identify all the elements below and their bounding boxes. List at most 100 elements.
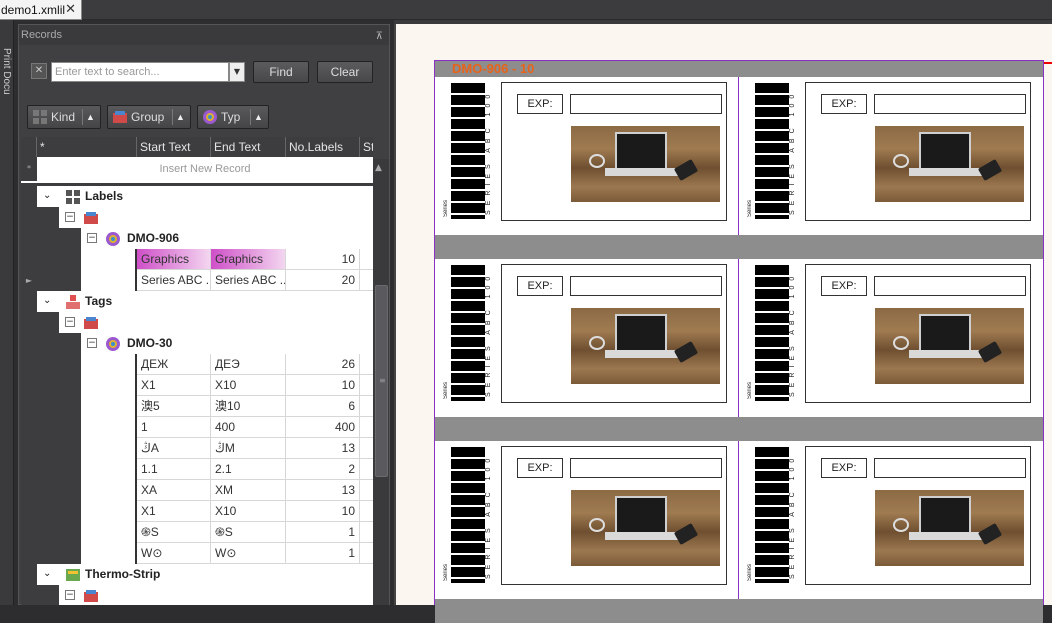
collapse-chevron-icon[interactable]: ⌄	[43, 568, 51, 579]
group-row-thermo-strip[interactable]: ⌄ Thermo-Strip	[21, 564, 373, 585]
end-text-cell[interactable]: Series ABC ...	[211, 270, 286, 291]
start-text-cell[interactable]: 1	[137, 417, 211, 438]
column-header-start-text[interactable]: Start Text	[137, 137, 211, 157]
no-labels-cell[interactable]: 10	[286, 501, 360, 522]
table-row[interactable]: W⊙ W⊙ 1	[21, 543, 373, 564]
no-labels-cell[interactable]: 1	[286, 522, 360, 543]
vertical-scrollbar[interactable]: ▲ ≡	[373, 159, 389, 605]
table-row[interactable]: Graphics Graphics 10	[21, 249, 373, 270]
column-header-marker[interactable]: *	[37, 137, 137, 157]
label-preview[interactable]: Series SERIES ABC 100 EXP:	[435, 77, 737, 235]
end-text-cell[interactable]: 400	[211, 417, 286, 438]
table-row[interactable]: ► Series ABC ... Series ABC ... 20	[21, 270, 373, 291]
no-labels-cell[interactable]: 13	[286, 438, 360, 459]
find-button[interactable]: Find	[253, 61, 309, 83]
end-text-cell[interactable]: XM	[211, 480, 286, 501]
no-labels-cell[interactable]: 26	[286, 354, 360, 375]
table-row[interactable]: XA XM 13	[21, 480, 373, 501]
step-cell[interactable]	[360, 501, 373, 522]
collapse-box-icon[interactable]: −	[87, 233, 97, 243]
sort-up-icon[interactable]: ▲	[82, 109, 98, 125]
start-text-cell[interactable]: Graphics	[137, 249, 211, 270]
step-cell[interactable]	[360, 396, 373, 417]
step-cell[interactable]	[360, 438, 373, 459]
table-row[interactable]: ڭA ڭM 13	[21, 438, 373, 459]
step-cell[interactable]	[360, 375, 373, 396]
label-preview[interactable]: Series SERIES ABC 100 EXP:	[739, 259, 1041, 417]
column-header-step[interactable]: Step	[360, 137, 373, 157]
end-text-cell[interactable]: 澳10	[211, 396, 286, 417]
no-labels-cell[interactable]: 1	[286, 543, 360, 564]
table-row[interactable]: ֍S ֍S 1	[21, 522, 373, 543]
end-text-cell[interactable]: ДЕЭ	[211, 354, 286, 375]
end-text-cell[interactable]: Graphics	[211, 249, 286, 270]
table-row[interactable]: 1.1 2.1 2	[21, 459, 373, 480]
sort-up-icon[interactable]: ▲	[250, 109, 266, 125]
close-icon[interactable]: ✕	[65, 1, 76, 17]
subgroup-row-dmo-906[interactable]: − DMO-906	[21, 228, 373, 249]
start-text-cell[interactable]: XA	[137, 480, 211, 501]
insert-record-row[interactable]: * Insert New Record	[21, 157, 373, 181]
start-text-cell[interactable]: 澳5	[137, 396, 211, 417]
step-cell[interactable]	[360, 417, 373, 438]
no-labels-cell[interactable]: 20	[286, 270, 360, 291]
start-text-cell[interactable]: ДЕЖ	[137, 354, 211, 375]
label-preview[interactable]: Series SERIES ABC 100 EXP:	[739, 441, 1041, 599]
group-kind-button[interactable]: Kind ▲	[27, 105, 101, 129]
collapse-chevron-icon[interactable]: ⌄	[43, 190, 51, 201]
step-cell[interactable]	[360, 543, 373, 564]
collapse-box-icon[interactable]: −	[87, 338, 97, 348]
scroll-up-icon[interactable]: ▲	[375, 163, 382, 173]
start-text-cell[interactable]: W⊙	[137, 543, 211, 564]
scrollbar-thumb[interactable]: ≡	[375, 285, 388, 477]
end-text-cell[interactable]: W⊙	[211, 543, 286, 564]
step-cell[interactable]	[360, 522, 373, 543]
group-typ-button[interactable]: Typ ▲	[197, 105, 269, 129]
start-text-cell[interactable]: ֍S	[137, 522, 211, 543]
subgroup-row[interactable]: −	[21, 312, 373, 333]
group-row-tags[interactable]: ⌄ Tags	[21, 291, 373, 312]
label-preview[interactable]: Series SERIES ABC 100 EXP:	[739, 77, 1041, 235]
chevron-down-icon[interactable]: ▼	[229, 62, 245, 82]
side-dock-label[interactable]: Print Docu	[1, 48, 12, 95]
pin-icon[interactable]: ⊼	[376, 27, 383, 47]
collapse-box-icon[interactable]: −	[65, 317, 75, 327]
table-row[interactable]: X1 X10 10	[21, 501, 373, 522]
document-tab[interactable]: demo1.xmlil ✕	[0, 0, 82, 20]
table-row[interactable]: ДЕЖ ДЕЭ 26	[21, 354, 373, 375]
side-dock-strip[interactable]: Print Docu	[0, 20, 14, 605]
end-text-cell[interactable]: 2.1	[211, 459, 286, 480]
no-labels-cell[interactable]: 400	[286, 417, 360, 438]
column-header-no-labels[interactable]: No.Labels	[286, 137, 360, 157]
end-text-cell[interactable]: X10	[211, 501, 286, 522]
subgroup-row[interactable]: −	[21, 207, 373, 228]
column-header-end-text[interactable]: End Text	[211, 137, 286, 157]
no-labels-cell[interactable]: 10	[286, 249, 360, 270]
collapse-box-icon[interactable]: −	[65, 590, 75, 600]
start-text-cell[interactable]: Series ABC ...	[137, 270, 211, 291]
no-labels-cell[interactable]: 13	[286, 480, 360, 501]
label-preview[interactable]: Series SERIES ABC 100 EXP:	[435, 441, 737, 599]
start-text-cell[interactable]: X1	[137, 501, 211, 522]
step-cell[interactable]	[360, 480, 373, 501]
collapse-chevron-icon[interactable]: ⌄	[43, 295, 51, 306]
subgroup-row-dmo-30[interactable]: − DMO-30	[21, 333, 373, 354]
table-row[interactable]: 澳5 澳10 6	[21, 396, 373, 417]
step-cell[interactable]	[360, 354, 373, 375]
start-text-cell[interactable]: 1.1	[137, 459, 211, 480]
end-text-cell[interactable]: ڭM	[211, 438, 286, 459]
table-row[interactable]: 1 400 400	[21, 417, 373, 438]
label-preview[interactable]: Series SERIES ABC 100 EXP:	[435, 259, 737, 417]
insert-record-text[interactable]: Insert New Record	[37, 157, 373, 181]
group-group-button[interactable]: Group ▲	[107, 105, 191, 129]
step-cell[interactable]	[360, 459, 373, 480]
subgroup-row[interactable]: −	[21, 585, 373, 605]
end-text-cell[interactable]: X10	[211, 375, 286, 396]
end-text-cell[interactable]: ֍S	[211, 522, 286, 543]
label-sheet[interactable]: DMO-906 - 10 Series SERIES ABC 100 EXP: Ser…	[434, 60, 1044, 623]
step-cell[interactable]	[360, 249, 373, 270]
table-row[interactable]: X1 X10 10	[21, 375, 373, 396]
collapse-box-icon[interactable]: −	[65, 212, 75, 222]
no-labels-cell[interactable]: 6	[286, 396, 360, 417]
clear-button[interactable]: Clear	[317, 61, 373, 83]
